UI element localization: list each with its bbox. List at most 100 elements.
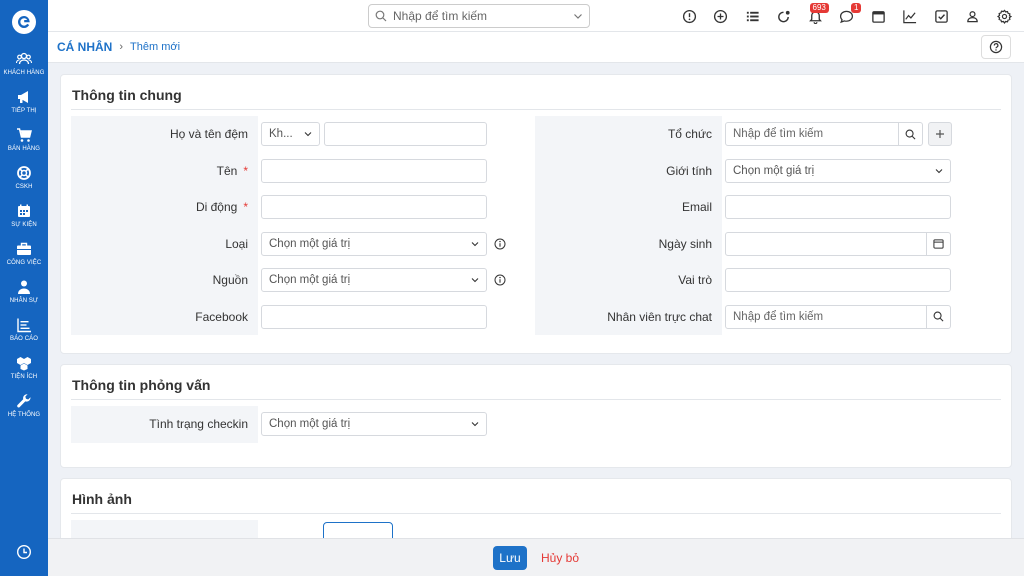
search-placeholder: Nhập để tìm kiếm xyxy=(393,9,488,23)
cart-icon xyxy=(17,127,32,142)
sidebar-item-support[interactable]: CSKH xyxy=(0,158,48,196)
profile-button[interactable] xyxy=(957,0,989,32)
list-icon xyxy=(746,11,759,21)
history-button[interactable] xyxy=(0,544,48,560)
role-label: Vai trò xyxy=(678,273,712,288)
refresh-icon xyxy=(778,10,790,22)
general-info-section: Thông tin chung Họ và tên đệm Kh... Tên * xyxy=(60,74,1012,354)
sidebar-item-utilities[interactable]: Tiện ích xyxy=(0,348,48,386)
line-chart-icon xyxy=(903,9,917,23)
search-icon xyxy=(933,311,944,322)
breadcrumb-root[interactable]: CÁ NHÂN xyxy=(57,40,112,54)
facebook-label: Facebook xyxy=(195,309,248,324)
title-select[interactable]: Kh... xyxy=(261,122,320,147)
logo-icon xyxy=(12,10,36,34)
global-search-input[interactable]: Nhập để tìm kiếm xyxy=(368,4,590,28)
gear-icon xyxy=(996,8,1012,24)
sidebar-item-tasks[interactable]: Công việc xyxy=(0,234,48,272)
sidebar-item-marketing[interactable]: Tiếp thị xyxy=(0,82,48,120)
email-input[interactable] xyxy=(725,195,951,220)
middle-name-input[interactable] xyxy=(324,122,487,147)
organization-label: Tổ chức xyxy=(667,127,712,142)
chevron-down-icon xyxy=(935,168,943,174)
add-organization-button[interactable] xyxy=(928,122,952,147)
source-select[interactable]: Chọn một giá trị xyxy=(261,268,487,293)
sidebar-item-label: Báo cáo xyxy=(9,335,39,342)
tasks-button[interactable] xyxy=(926,0,958,32)
type-label: Loại xyxy=(225,236,248,251)
alert-circle-icon xyxy=(682,9,696,23)
organization-search-button[interactable] xyxy=(898,122,922,147)
info-icon[interactable] xyxy=(494,274,506,286)
question-circle-icon xyxy=(989,40,1003,54)
add-button[interactable] xyxy=(705,0,737,32)
name-input[interactable] xyxy=(261,158,487,183)
boxes-icon xyxy=(17,356,31,370)
save-button[interactable]: Lưu xyxy=(492,545,527,570)
sidebar-item-hr[interactable]: Nhân sự xyxy=(0,272,48,310)
chevron-down-icon xyxy=(471,241,479,247)
fullname-label: Họ và tên đệm xyxy=(169,127,248,142)
top-toolbar: 693 1 xyxy=(674,0,1021,32)
wrench-icon xyxy=(17,393,31,407)
date-picker-button[interactable] xyxy=(926,231,950,256)
topbar: Nhập để tìm kiếm 693 1 xyxy=(48,0,1024,32)
info-icon[interactable] xyxy=(494,238,506,250)
organization-search-input[interactable]: Nhập để tìm kiếm xyxy=(725,122,923,147)
name-label: Tên * xyxy=(216,163,248,178)
cancel-button[interactable]: Hủy bỏ xyxy=(541,551,579,565)
user-icon xyxy=(967,10,979,22)
plus-circle-icon xyxy=(714,9,728,23)
sidebar-item-sales[interactable]: Bán hàng xyxy=(0,120,48,158)
chat-staff-placeholder: Nhập để tìm kiếm xyxy=(733,310,824,323)
list-button[interactable] xyxy=(737,0,769,32)
megaphone-icon xyxy=(18,90,28,103)
source-select-value: Chọn một giá trị xyxy=(269,274,351,287)
form-footer: Lưu Hủy bỏ xyxy=(48,538,1024,576)
sidebar: Khách hàng Tiếp thị Bán hàng CSKH Sự kiệ… xyxy=(0,0,48,576)
calendar-icon xyxy=(871,10,885,23)
search-icon xyxy=(905,129,916,140)
sidebar-item-system[interactable]: Hệ thống xyxy=(0,386,48,424)
calendar-button[interactable] xyxy=(863,0,895,32)
upload-image-button[interactable] xyxy=(323,521,393,538)
chevron-right-icon: › xyxy=(119,41,124,53)
title-select-value: Kh... xyxy=(269,128,293,141)
chat-button[interactable]: 1 xyxy=(831,0,863,32)
stats-button[interactable] xyxy=(894,0,926,32)
calendar-icon xyxy=(18,204,30,217)
role-input[interactable] xyxy=(725,268,951,293)
lifebuoy-icon xyxy=(17,165,31,180)
main-content: Thông tin chung Họ và tên đệm Kh... Tên * xyxy=(48,63,1024,538)
section-title: Hình ảnh xyxy=(71,479,1001,514)
chat-staff-search-input[interactable]: Nhập để tìm kiếm xyxy=(725,304,951,329)
help-button[interactable] xyxy=(981,35,1011,59)
search-icon xyxy=(375,10,387,22)
check-square-icon xyxy=(934,9,948,23)
chat-staff-search-button[interactable] xyxy=(926,304,950,329)
mobile-input[interactable] xyxy=(261,195,487,220)
plus-icon xyxy=(936,130,944,139)
chat-staff-label: Nhân viên trực chat xyxy=(607,309,712,324)
section-title: Thông tin chung xyxy=(71,75,1001,110)
settings-button[interactable] xyxy=(989,0,1021,32)
refresh-button[interactable] xyxy=(768,0,800,32)
alert-button[interactable] xyxy=(674,0,706,32)
gender-select[interactable]: Chọn một giá trị xyxy=(725,158,951,183)
source-label: Nguồn xyxy=(212,273,248,288)
birthday-label: Ngày sinh xyxy=(658,236,712,251)
chat-count-badge: 1 xyxy=(851,3,862,13)
sidebar-item-events[interactable]: Sự kiện xyxy=(0,196,48,234)
facebook-input[interactable] xyxy=(261,304,487,329)
interview-info-section: Thông tin phỏng vấn Tình trạng checkin C… xyxy=(60,364,1012,468)
app-logo[interactable] xyxy=(0,0,48,44)
breadcrumb-current: Thêm mới xyxy=(130,41,181,53)
checkin-status-select[interactable]: Chọn một giá trị xyxy=(261,412,487,437)
checkin-status-value: Chọn một giá trị xyxy=(269,418,351,431)
sidebar-item-customers[interactable]: Khách hàng xyxy=(0,44,48,82)
birthday-input[interactable] xyxy=(725,231,951,256)
type-select[interactable]: Chọn một giá trị xyxy=(261,231,487,256)
notifications-button[interactable]: 693 xyxy=(800,0,832,32)
sidebar-item-label: CSKH xyxy=(15,183,33,190)
sidebar-item-reports[interactable]: Báo cáo xyxy=(0,310,48,348)
